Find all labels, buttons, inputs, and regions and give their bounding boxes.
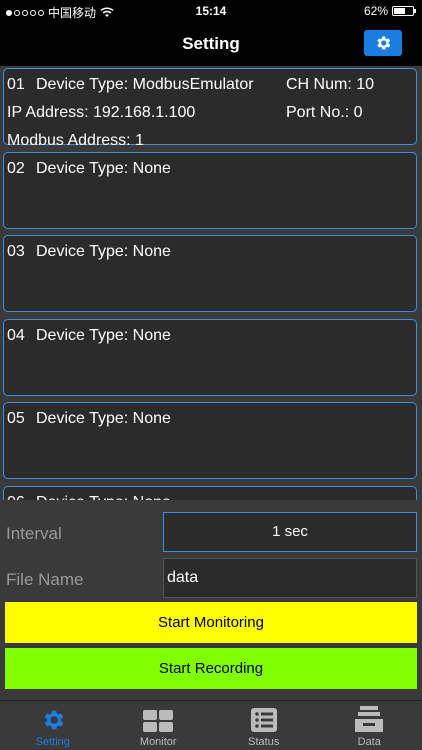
device-item-04[interactable]: 04 Device Type: None [3, 319, 417, 396]
device-number: 03 [7, 243, 25, 260]
device-number: 05 [7, 410, 25, 427]
status-bar: 中国移动 15:14 62% [0, 0, 422, 22]
tab-monitor[interactable]: Monitor [106, 701, 212, 750]
device-item-03[interactable]: 03 Device Type: None [3, 235, 417, 312]
device-item-05[interactable]: 05 Device Type: None [3, 402, 417, 479]
start-recording-button[interactable]: Start Recording [5, 648, 417, 689]
port-number: Port No.: 0 [286, 104, 363, 121]
navigation-bar: Setting [0, 22, 422, 66]
file-name-field[interactable]: data [163, 558, 417, 598]
tab-data[interactable]: Data [317, 701, 422, 750]
tab-status[interactable]: Status [211, 701, 317, 750]
device-type: Device Type: None [36, 410, 171, 427]
start-monitoring-button[interactable]: Start Monitoring [5, 602, 417, 643]
file-name-label: File Name [6, 570, 84, 589]
device-type: Device Type: ModbusEmulator [36, 76, 254, 93]
tab-label: Data [357, 736, 381, 748]
settings-button[interactable] [364, 30, 402, 56]
tab-bar: Setting Monitor Status Data [0, 700, 422, 750]
interval-label: Interval [6, 524, 62, 543]
tab-label: Monitor [139, 736, 177, 748]
device-list[interactable]: 01 Device Type: ModbusEmulator CH Num: 1… [0, 66, 422, 500]
list-icon [250, 708, 277, 732]
channel-count: CH Num: 10 [286, 76, 375, 93]
tab-setting[interactable]: Setting [0, 701, 106, 750]
battery-percent: 62% [363, 4, 388, 18]
gear-icon [44, 710, 64, 730]
tab-label: Setting [35, 736, 70, 748]
battery-info: 62% [363, 4, 416, 18]
tab-label: Status [248, 736, 280, 748]
interval-field[interactable]: 1 sec [163, 512, 417, 552]
tray-icon [355, 706, 384, 732]
grid-icon [143, 710, 174, 732]
device-item-02[interactable]: 02 Device Type: None [3, 152, 417, 229]
device-type: Device Type: None [36, 160, 171, 177]
device-type: Device Type: None [36, 327, 171, 344]
device-item-06[interactable]: 06 Device Type: None [3, 486, 417, 500]
recording-form: Interval 1 sec File Name data Start Moni… [0, 500, 422, 700]
page-title: Setting [182, 34, 240, 53]
device-type: Device Type: None [36, 243, 171, 260]
ip-address: IP Address: 192.168.1.100 [7, 104, 196, 121]
battery-icon [392, 6, 416, 16]
device-number: 02 [7, 160, 25, 177]
modbus-address: Modbus Address: 1 [7, 132, 144, 149]
clock: 15:14 [195, 4, 227, 18]
device-number: 04 [7, 327, 25, 344]
gear-icon [377, 36, 391, 50]
device-item-01[interactable]: 01 Device Type: ModbusEmulator CH Num: 1… [3, 68, 417, 149]
device-number: 01 [7, 76, 25, 93]
